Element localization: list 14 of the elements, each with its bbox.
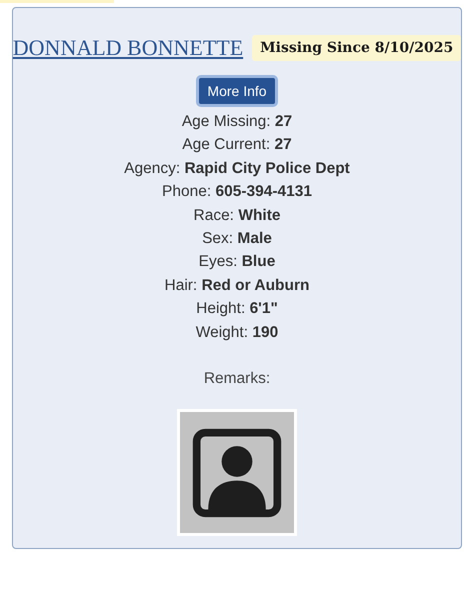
detail-text: Hair: Red or Auburn xyxy=(164,276,310,296)
detail-text: Sex: Male xyxy=(202,229,272,250)
remarks-label: Remarks: xyxy=(204,369,270,390)
more-info-button[interactable]: More Info xyxy=(196,75,278,107)
missing-since-badge: Missing Since 8/10/2025 xyxy=(252,35,462,61)
person-name-link[interactable]: DONNALD BONNETTE xyxy=(12,35,244,61)
detail-text: Race: White xyxy=(194,206,280,226)
detail-text: Eyes: Blue xyxy=(198,252,276,272)
detail-text: Age Current: 27 xyxy=(182,135,292,156)
detail-text: Weight: 190 xyxy=(196,322,278,343)
detail-text: Age Missing: 27 xyxy=(182,112,292,132)
detail-text: Agency: Rapid City Police Dept xyxy=(124,158,350,179)
detail-text: Phone: 605-394-4131 xyxy=(162,182,312,202)
detail-text: Height: 6'1" xyxy=(196,299,278,320)
